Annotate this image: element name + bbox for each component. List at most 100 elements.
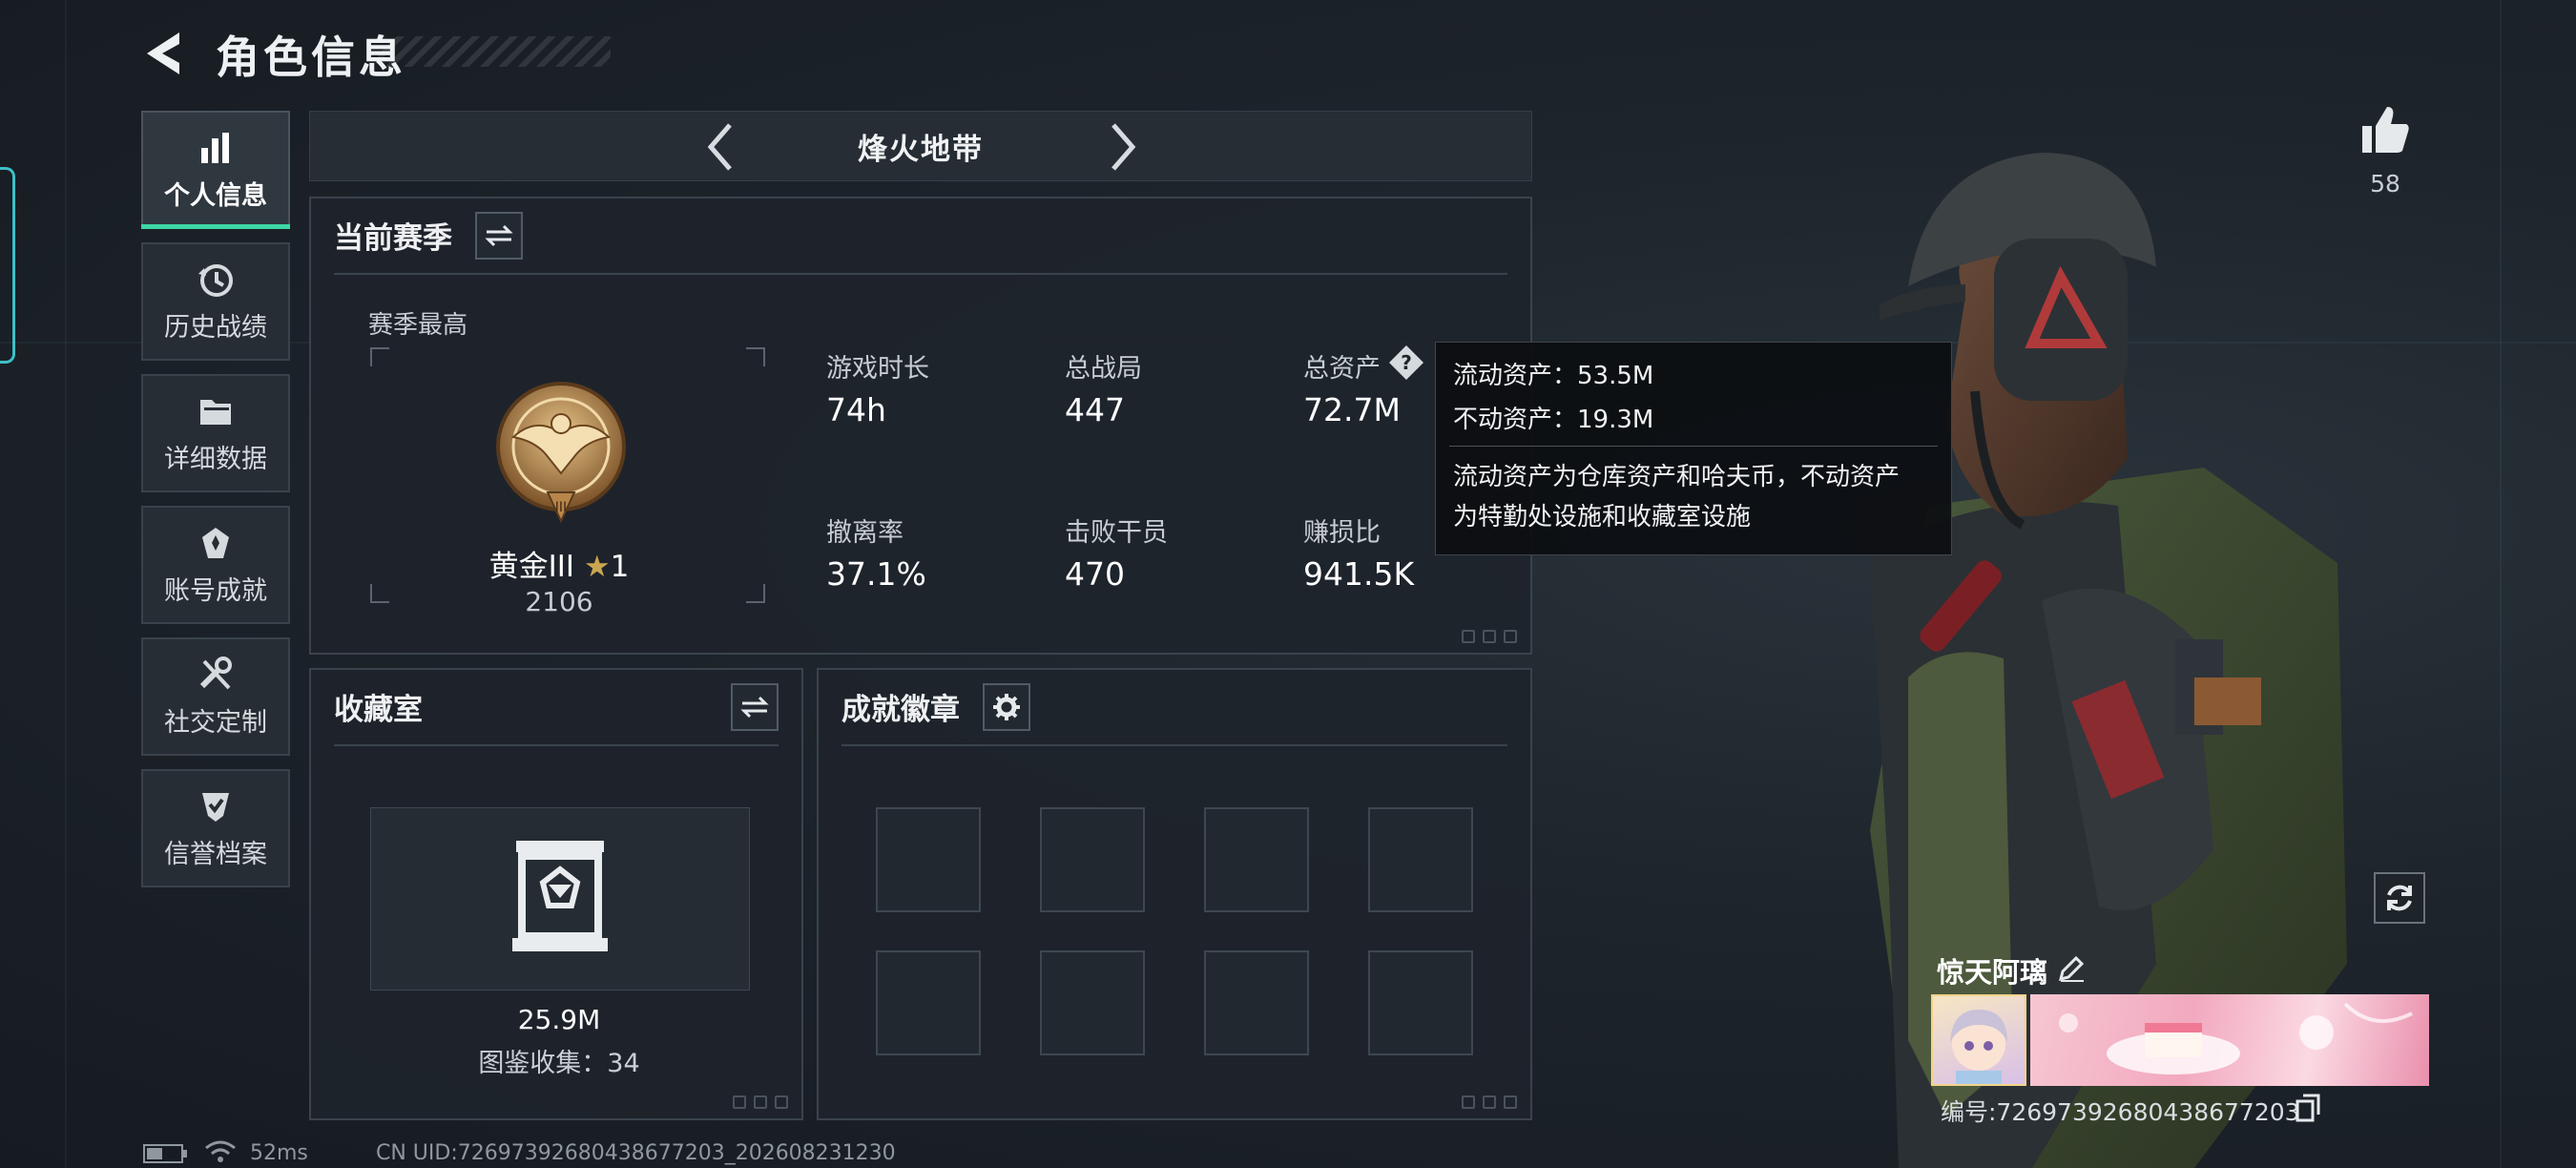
season-panel: 当前赛季 赛季最高 III 黄金III ★1 2106 游戏时长 74h 总战局… bbox=[309, 197, 1532, 655]
mode-name: 烽火地带 bbox=[858, 133, 984, 167]
player-uid: 编号:72697392680438677203 bbox=[1941, 1098, 2300, 1126]
gear-icon bbox=[993, 694, 1020, 720]
badges-title: 成就徽章 bbox=[841, 693, 960, 727]
stat-value: 447 bbox=[1065, 391, 1125, 428]
divider bbox=[841, 744, 1507, 746]
tooltip-fixed: 不动资产：19.3M bbox=[1453, 406, 1654, 434]
swap-arrows-icon bbox=[485, 224, 513, 247]
sidebar-item-achievements[interactable]: 账号成就 bbox=[141, 506, 290, 624]
panel-decoration bbox=[1462, 630, 1517, 643]
badge-slot[interactable] bbox=[1204, 950, 1309, 1055]
refresh-button[interactable] bbox=[2374, 872, 2425, 924]
stat-label: 击败干员 bbox=[1065, 518, 1168, 548]
season-best-label: 赛季最高 bbox=[368, 311, 468, 340]
rank-name: 黄金III bbox=[488, 550, 575, 584]
star-icon: ★ bbox=[583, 550, 611, 584]
stat-label: 撤离率 bbox=[826, 518, 904, 548]
svg-text:?: ? bbox=[1401, 351, 1412, 374]
svg-text:III: III bbox=[555, 500, 567, 515]
collection-switch-button[interactable] bbox=[731, 683, 779, 731]
badge-slot[interactable] bbox=[1040, 950, 1145, 1055]
tools-icon bbox=[199, 656, 232, 689]
refresh-icon bbox=[2387, 885, 2412, 911]
panel-decoration bbox=[733, 1095, 788, 1109]
stat-value: 470 bbox=[1065, 555, 1125, 593]
divider bbox=[334, 273, 1507, 275]
stat-value: 37.1% bbox=[826, 555, 926, 593]
bar-chart-icon bbox=[201, 132, 229, 163]
like-count: 58 bbox=[2370, 170, 2400, 198]
next-mode-arrow-icon[interactable] bbox=[1104, 119, 1142, 175]
rank-stars: 1 bbox=[610, 550, 630, 584]
badge-slot[interactable] bbox=[1040, 807, 1145, 912]
divider bbox=[334, 744, 779, 746]
stat-label: 总战局 bbox=[1065, 354, 1142, 384]
stat-label: 游戏时长 bbox=[826, 354, 929, 384]
collection-display[interactable] bbox=[370, 807, 750, 991]
collection-value: 25.9M bbox=[517, 1004, 601, 1035]
collection-panel: 收藏室 25.9M 图鉴收集：34 bbox=[309, 668, 803, 1120]
season-title: 当前赛季 bbox=[334, 221, 452, 256]
medal-icon bbox=[202, 527, 229, 558]
side-handle[interactable] bbox=[0, 167, 15, 364]
badge-slot[interactable] bbox=[876, 807, 981, 912]
sidebar-item-label: 详细数据 bbox=[164, 444, 267, 474]
stat-value: 72.7M bbox=[1303, 391, 1401, 428]
history-clock-icon bbox=[198, 263, 233, 297]
tooltip-liquid: 流动资产：53.5M bbox=[1453, 362, 1654, 390]
sidebar-item-social[interactable]: 社交定制 bbox=[141, 637, 290, 756]
sidebar-item-label: 信誉档案 bbox=[164, 839, 267, 869]
badges-panel: 成就徽章 bbox=[817, 668, 1532, 1120]
sidebar-item-personal-info[interactable]: 个人信息 bbox=[141, 111, 290, 229]
stat-label: 赚损比 bbox=[1303, 518, 1381, 548]
swap-arrows-icon bbox=[740, 696, 769, 719]
cake-banner-icon bbox=[2059, 1002, 2413, 1074]
shield-check-icon bbox=[202, 792, 229, 822]
tooltip-desc: 为特勤处设施和收藏室设施 bbox=[1453, 503, 1752, 532]
anime-girl-avatar-icon bbox=[1950, 1010, 2007, 1084]
title-decoration bbox=[378, 36, 611, 67]
sidebar-item-detailed-data[interactable]: 详细数据 bbox=[141, 374, 290, 492]
edit-pencil-icon[interactable] bbox=[2057, 954, 2086, 983]
sidebar-item-label: 个人信息 bbox=[164, 180, 267, 211]
wifi-icon bbox=[205, 1140, 236, 1162]
panel-decoration bbox=[1462, 1095, 1517, 1109]
stat-value: 941.5K bbox=[1303, 555, 1415, 593]
cn-uid-text: CN UID:72697392680438677203_202608231230 bbox=[376, 1141, 896, 1165]
collection-title: 收藏室 bbox=[334, 693, 423, 727]
sidebar-item-label: 社交定制 bbox=[164, 707, 267, 738]
stat-label: 总资产 bbox=[1303, 354, 1381, 384]
help-button[interactable]: ? bbox=[1387, 344, 1425, 382]
battery-icon bbox=[143, 1144, 187, 1163]
folder-icon bbox=[200, 399, 231, 425]
display-case-icon bbox=[512, 841, 608, 951]
ping-text: 52ms bbox=[250, 1141, 308, 1165]
copy-icon[interactable] bbox=[2296, 1094, 2320, 1122]
badge-slot[interactable] bbox=[1204, 807, 1309, 912]
sidebar-item-history[interactable]: 历史战绩 bbox=[141, 242, 290, 361]
badge-slot[interactable] bbox=[1368, 950, 1473, 1055]
collection-count: 图鉴收集：34 bbox=[478, 1049, 640, 1078]
tooltip-divider bbox=[1449, 446, 1938, 447]
stat-value: 74h bbox=[826, 391, 886, 428]
gold-rank-emblem-icon: III bbox=[496, 382, 626, 524]
question-diamond-icon: ? bbox=[1389, 345, 1423, 380]
player-name: 惊天阿璃 bbox=[1937, 956, 2048, 989]
back-arrow-icon[interactable] bbox=[143, 29, 185, 78]
frame-corner bbox=[746, 347, 765, 366]
mode-selector: 烽火地带 bbox=[309, 111, 1532, 181]
frame-corner bbox=[370, 347, 389, 366]
player-banner[interactable] bbox=[2030, 994, 2429, 1086]
grid-line bbox=[65, 0, 67, 1168]
rank-name-row: 黄金III ★1 bbox=[368, 542, 750, 585]
badge-slot[interactable] bbox=[876, 950, 981, 1055]
season-switch-button[interactable] bbox=[475, 212, 523, 260]
tooltip-desc: 流动资产为仓库资产和哈夫币，不动资产 bbox=[1453, 463, 1901, 491]
player-avatar[interactable] bbox=[1931, 994, 2026, 1086]
asset-tooltip: 流动资产：53.5M 不动资产：19.3M 流动资产为仓库资产和哈夫币，不动资产… bbox=[1435, 342, 1952, 555]
thumbs-up-icon[interactable] bbox=[2358, 103, 2412, 156]
badges-settings-button[interactable] bbox=[983, 683, 1030, 731]
badge-slot[interactable] bbox=[1368, 807, 1473, 912]
sidebar-item-reputation[interactable]: 信誉档案 bbox=[141, 769, 290, 887]
grid-line bbox=[2500, 0, 2502, 1168]
